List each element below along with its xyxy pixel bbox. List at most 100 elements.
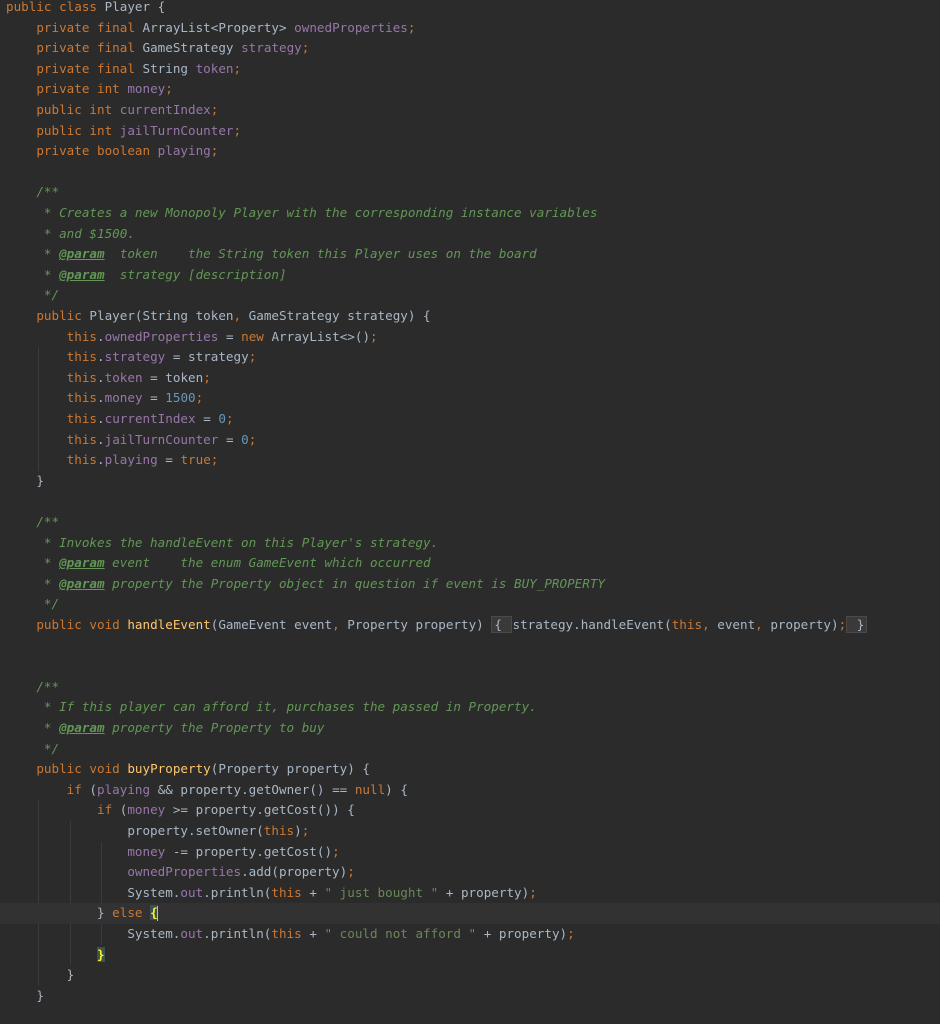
code-line[interactable]: */	[0, 285, 940, 306]
code-line[interactable]: * Invokes the handleEvent on this Player…	[0, 533, 940, 554]
code-line[interactable]: public void buyProperty(Property propert…	[0, 759, 940, 780]
code-line[interactable]: * @param property the Property to buy	[0, 718, 940, 739]
code-line[interactable]: if (playing && property.getOwner() == nu…	[0, 780, 940, 801]
code-token-punc: ;	[233, 122, 242, 138]
code-line[interactable]: }	[0, 965, 940, 986]
code-token-doc: /**	[6, 678, 60, 694]
code-token-field: jailTurnCounter	[104, 431, 226, 447]
code-token-plain: .println(	[203, 926, 272, 941]
code-token-plain: )	[294, 823, 302, 838]
code-line[interactable]: public int jailTurnCounter;	[0, 121, 940, 142]
code-line[interactable]: this.token = token;	[0, 368, 940, 389]
code-text: System.out.println(this + " just bought …	[6, 883, 537, 904]
code-line[interactable]: public void handleEvent(GameEvent event,…	[0, 615, 940, 636]
code-token-kw: new	[241, 328, 272, 344]
code-line[interactable]: * Creates a new Monopoly Player with the…	[0, 203, 940, 224]
code-token-punc: ;	[203, 369, 211, 385]
code-line[interactable]: public Player(String token, GameStrategy…	[0, 306, 940, 327]
code-text: private final GameStrategy strategy;	[6, 38, 309, 59]
code-line[interactable]: */	[0, 739, 940, 760]
code-token-field: money	[127, 81, 166, 97]
code-line[interactable]: if (money >= property.getCost()) {	[0, 800, 940, 821]
code-line[interactable]	[0, 636, 940, 657]
code-token-punc: ;	[210, 102, 219, 117]
code-text: * and $1500.	[6, 224, 135, 245]
code-line[interactable]: } else {	[0, 903, 940, 924]
code-token-plain: property.setOwner(	[6, 823, 264, 838]
code-token-tag: @param	[59, 575, 105, 591]
code-token-punc: ,	[755, 617, 771, 632]
code-line[interactable]: this.playing = true;	[0, 450, 940, 471]
code-editor[interactable]: public class Player { private final Arra…	[0, 0, 940, 1024]
code-line[interactable]: }	[0, 986, 940, 1007]
code-line[interactable]: * @param token the String token this Pla…	[0, 244, 940, 265]
code-token-plain: String	[142, 60, 196, 76]
code-line[interactable]	[0, 162, 940, 183]
code-line[interactable]: System.out.println(this + " just bought …	[0, 883, 940, 904]
code-token-punc: ;	[332, 843, 340, 859]
code-line[interactable]: /**	[0, 677, 940, 698]
code-token-doc: property the Property to buy	[104, 720, 325, 735]
code-text: this.jailTurnCounter = 0;	[6, 430, 257, 451]
code-line[interactable]: ownedProperties.add(property);	[0, 862, 940, 883]
code-line[interactable]: public int currentIndex;	[0, 100, 940, 121]
code-line[interactable]: this.strategy = strategy;	[0, 347, 940, 368]
code-line[interactable]: * @param property the Property object in…	[0, 574, 940, 595]
code-token-doc: */	[6, 596, 60, 612]
code-token-plain: GameStrategy	[142, 40, 242, 56]
code-token-plain: Player(String token	[89, 308, 234, 323]
code-line[interactable]: }	[0, 945, 940, 966]
code-token-kw: public	[36, 308, 90, 323]
code-token-plain: .	[97, 369, 105, 385]
code-token-plain: (	[89, 781, 98, 797]
code-text: * @param property the Property object in…	[6, 574, 605, 595]
code-line[interactable]: * If this player can afford it, purchase…	[0, 697, 940, 718]
code-token-method: buyProperty	[127, 761, 211, 777]
code-line[interactable]: private final String token;	[0, 59, 940, 80]
code-line[interactable]: this.ownedProperties = new ArrayList<>()…	[0, 327, 940, 348]
code-text: public Player(String token, GameStrategy…	[6, 306, 430, 327]
code-line[interactable]: this.currentIndex = 0;	[0, 409, 940, 430]
code-line[interactable]: * @param event the enum GameEvent which …	[0, 553, 940, 574]
code-line[interactable]: money -= property.getCost();	[0, 842, 940, 863]
code-line[interactable]	[0, 491, 940, 512]
code-line[interactable]: */	[0, 594, 940, 615]
code-line[interactable]: private final ArrayList<Property> ownedP…	[0, 18, 940, 39]
code-line[interactable]: public class Player {	[0, 0, 940, 18]
code-line[interactable]: private int money;	[0, 79, 940, 100]
code-text: money -= property.getCost();	[6, 842, 340, 863]
code-line[interactable]: /**	[0, 512, 940, 533]
code-line[interactable]: * @param strategy [description]	[0, 265, 940, 286]
code-line[interactable]: }	[0, 471, 940, 492]
code-token-num: 0	[241, 431, 249, 447]
code-token-kw: private int	[36, 81, 128, 97]
code-text: }	[6, 965, 75, 986]
code-token-doc: /**	[6, 514, 60, 529]
code-token-tag: @param	[59, 266, 105, 282]
code-line[interactable]: this.jailTurnCounter = 0;	[0, 430, 940, 451]
code-token-plain: .	[97, 328, 105, 344]
code-token-plain: && property.getOwner() ==	[157, 781, 355, 797]
code-line[interactable]: property.setOwner(this);	[0, 821, 940, 842]
code-token-kw: public	[6, 0, 60, 14]
code-line[interactable]: * and $1500.	[0, 224, 940, 245]
code-line[interactable]: System.out.println(this + " could not af…	[0, 924, 940, 945]
code-line[interactable]: private final GameStrategy strategy;	[0, 38, 940, 59]
code-line[interactable]: /**	[0, 182, 940, 203]
code-text: * Invokes the handleEvent on this Player…	[6, 533, 438, 554]
code-token-kw: private final	[36, 40, 143, 56]
code-line[interactable]: private boolean playing;	[0, 141, 940, 162]
code-line[interactable]	[0, 656, 940, 677]
code-text: this.money = 1500;	[6, 388, 204, 409]
code-token-plain: ArrayList<Property>	[142, 19, 295, 35]
code-token-plain: = strategy	[172, 349, 249, 365]
code-line[interactable]: this.money = 1500;	[0, 388, 940, 409]
code-token-doc: strategy [description]	[104, 266, 287, 282]
code-token-plain: -= property.getCost()	[172, 843, 333, 859]
